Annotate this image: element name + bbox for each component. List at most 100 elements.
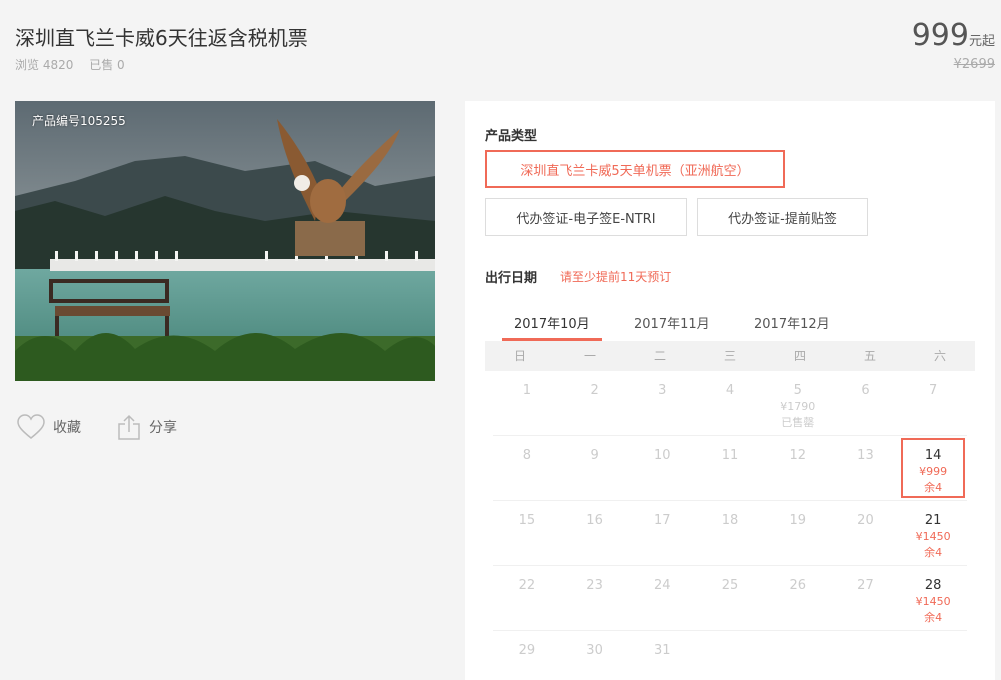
calendar-day: 31 [628, 631, 696, 680]
day-number: 4 [725, 383, 735, 398]
day-number: 31 [654, 643, 671, 658]
booking-panel: 产品类型 深圳直飞兰卡威5天单机票（亚洲航空） 代办签证-电子签E-NTRI 代… [465, 101, 995, 680]
view-count: 浏览 4820 [15, 58, 74, 72]
day-number: 12 [789, 448, 806, 463]
day-stock-note: 余4 [924, 611, 943, 624]
day-number: 18 [721, 513, 739, 528]
day-number: 8 [522, 448, 531, 463]
day-number: 11 [721, 448, 739, 463]
calendar-day: 8 [493, 436, 561, 500]
calendar-day [832, 631, 900, 680]
product-option-flight[interactable]: 深圳直飞兰卡威5天单机票（亚洲航空） [485, 150, 785, 188]
calendar-day[interactable]: 28 ¥1450 余4 [899, 566, 967, 630]
day-number: 25 [721, 578, 739, 593]
calendar-day: 10 [628, 436, 696, 500]
product-option-evisa[interactable]: 代办签证-电子签E-NTRI [485, 198, 687, 236]
price-box: 999元起 ¥2699 [912, 18, 995, 72]
action-bar: 收藏 分享 [17, 414, 213, 440]
calendar-day: 16 [561, 501, 629, 565]
weekday-sat: 六 [933, 349, 946, 363]
calendar-day: 26 [764, 566, 832, 630]
day-number: 2 [590, 383, 599, 398]
product-type-label: 产品类型 [485, 129, 538, 144]
month-tabs: 2017年10月 2017年11月 2017年12月 [485, 313, 975, 341]
day-number: 10 [654, 448, 671, 463]
day-number: 1 [522, 383, 531, 398]
calendar-day: 12 [764, 436, 832, 500]
day-number: 5 [793, 383, 802, 398]
calendar-day: 6 [832, 371, 900, 435]
calendar-day: 9 [561, 436, 629, 500]
calendar-day: 30 [561, 631, 629, 680]
share-icon [118, 414, 140, 440]
day-price: ¥1790 [780, 400, 816, 413]
tab-month-dec[interactable]: 2017年12月 [754, 313, 830, 341]
calendar-week: 8 9 10 11 12 13 14 ¥999 余4 [493, 436, 967, 501]
weekday-sun: 日 [513, 349, 526, 363]
day-number: 6 [861, 383, 870, 398]
day-stock-note: 已售罄 [781, 416, 815, 429]
day-number: 9 [590, 448, 599, 463]
weekday-thu: 四 [793, 349, 806, 363]
calendar-day: 18 [696, 501, 764, 565]
sold-count: 已售 0 [89, 58, 125, 72]
day-number: 28 [924, 578, 942, 593]
calendar-day: 23 [561, 566, 629, 630]
calendar-grid: 1 2 3 4 5 ¥1790 已售罄 6 7 8 9 10 11 12 13 14 ¥999 余4 15 16 17 1… [485, 371, 975, 680]
day-number: 24 [654, 578, 671, 593]
calendar-day: 20 [832, 501, 900, 565]
product-photo: 产品编号105255 [15, 101, 435, 381]
price-amount: 999 [911, 18, 969, 53]
day-number: 13 [857, 448, 874, 463]
heart-icon [17, 414, 45, 439]
day-number: 14 [924, 448, 942, 463]
day-stock-note: 余4 [924, 546, 943, 559]
calendar-week: 15 16 17 18 19 20 21 ¥1450 余4 [493, 501, 967, 566]
day-number: 21 [924, 513, 942, 528]
favorite-label: 收藏 [53, 420, 81, 436]
day-number: 19 [789, 513, 806, 528]
product-option-visa-sticker[interactable]: 代办签证-提前贴签 [697, 198, 868, 236]
calendar-week: 22 23 24 25 26 27 28 ¥1450 余4 [493, 566, 967, 631]
tab-month-oct[interactable]: 2017年10月 [502, 313, 602, 341]
favorite-button[interactable]: 收藏 [17, 414, 81, 440]
day-stock-note: 余4 [924, 481, 943, 494]
price-unit: 元起 [968, 34, 995, 49]
calendar-day: 19 [764, 501, 832, 565]
weekday-fri: 五 [863, 349, 876, 363]
calendar-day [696, 631, 764, 680]
day-number: 16 [586, 513, 603, 528]
calendar-day: 5 ¥1790 已售罄 [764, 371, 832, 435]
day-number: 29 [518, 643, 536, 658]
booking-hint: 请至少提前11天预订 [560, 270, 672, 284]
calendar-day: 3 [628, 371, 696, 435]
calendar-day: 1 [493, 371, 561, 435]
calendar-day[interactable]: 21 ¥1450 余4 [899, 501, 967, 565]
day-number: 30 [586, 643, 603, 658]
calendar-week: 1 2 3 4 5 ¥1790 已售罄 6 7 [493, 371, 967, 436]
day-number: 22 [518, 578, 536, 593]
calendar-day: 4 [696, 371, 764, 435]
calendar-day: 24 [628, 566, 696, 630]
share-label: 分享 [149, 420, 177, 436]
calendar-day [899, 631, 967, 680]
calendar: 日 一 二 三 四 五 六 1 2 3 4 5 ¥1790 已售罄 6 7 8 9 10 11 12 13 1… [485, 341, 975, 680]
travel-date-label: 出行日期 [485, 271, 538, 286]
calendar-week: 29 30 31 [493, 631, 967, 680]
day-number: 7 [929, 383, 938, 398]
day-number: 20 [857, 513, 874, 528]
page-title: 深圳直飞兰卡威6天往返含税机票 [15, 26, 308, 50]
tab-month-nov[interactable]: 2017年11月 [634, 313, 710, 341]
weekday-tue: 二 [653, 349, 666, 363]
day-number: 15 [518, 513, 536, 528]
day-number: 23 [586, 578, 603, 593]
calendar-day[interactable]: 14 ¥999 余4 [899, 436, 967, 500]
calendar-day: 15 [493, 501, 561, 565]
calendar-day: 2 [561, 371, 629, 435]
calendar-day: 17 [628, 501, 696, 565]
calendar-day [764, 631, 832, 680]
original-price: ¥2699 [953, 57, 995, 72]
share-button[interactable]: 分享 [117, 414, 177, 440]
calendar-day: 13 [832, 436, 900, 500]
calendar-day: 7 [899, 371, 967, 435]
